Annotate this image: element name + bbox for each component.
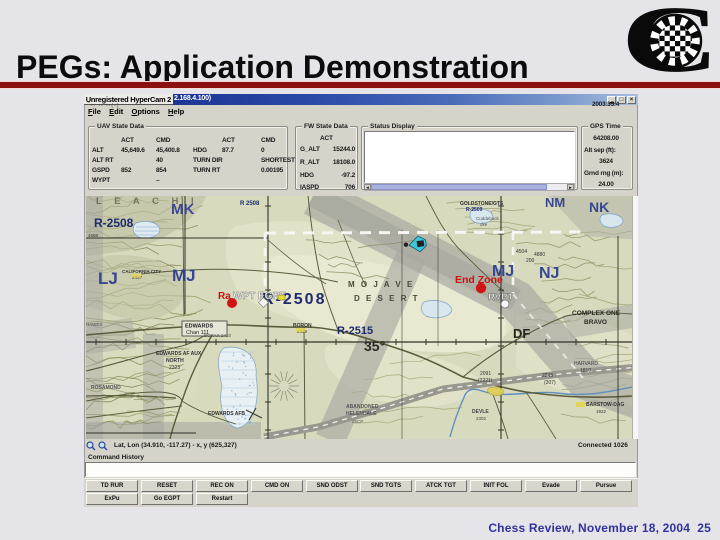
svg-text:BORAX 2410: BORAX 2410 [204, 333, 232, 338]
svg-text:EDWARDS AF AUX: EDWARDS AF AUX [156, 351, 202, 357]
svg-text:(2221): (2221) [478, 378, 493, 384]
svg-text:R-2509: R-2509 [466, 207, 483, 213]
svg-text:NJ: NJ [539, 265, 559, 282]
svg-text:ABANDONED: ABANDONED [346, 404, 379, 410]
svg-text:35°: 35° [364, 338, 385, 354]
svg-text:BARSTOW-DAG: BARSTOW-DAG [586, 402, 625, 408]
svg-text:MK: MK [171, 201, 194, 218]
svg-text:4698: 4698 [88, 233, 99, 238]
svg-text:R-2515: R-2515 [337, 325, 373, 337]
svg-text:M O J A V E: M O J A V E [348, 280, 414, 289]
svg-text:R-2508: R-2508 [94, 216, 134, 230]
svg-text:NM: NM [545, 196, 565, 210]
svg-text:(307): (307) [544, 380, 556, 386]
svg-text:2302: 2302 [476, 416, 487, 421]
svg-text:2091: 2091 [480, 371, 491, 377]
svg-text:LJ: LJ [98, 269, 118, 288]
svg-text:MJ: MJ [172, 266, 196, 285]
svg-text:1810: 1810 [580, 368, 591, 374]
svg-text:NK: NK [589, 199, 609, 215]
svg-text:2245: 2245 [542, 373, 553, 379]
svg-text:RVPT: RVPT [488, 292, 513, 303]
svg-text:dke: dke [480, 222, 488, 227]
svg-text:1922: 1922 [596, 409, 607, 414]
svg-text:4504: 4504 [516, 249, 527, 255]
svg-text:COMPLEX ONE: COMPLEX ONE [572, 310, 621, 317]
svg-text:CALIFORNIA CITY: CALIFORNIA CITY [122, 269, 161, 274]
svg-text:NORTH: NORTH [166, 358, 184, 364]
svg-text:R 2508: R 2508 [240, 201, 260, 207]
svg-text:Cuddeback: Cuddeback [476, 216, 500, 221]
svg-text:DEVLE: DEVLE [472, 409, 489, 415]
svg-text:2323: 2323 [169, 365, 180, 371]
svg-text:EDWARDS AFB: EDWARDS AFB [208, 411, 245, 417]
svg-text:200: 200 [526, 258, 535, 264]
svg-text:25CP: 25CP [352, 419, 363, 424]
svg-text:EDWARDS: EDWARDS [185, 324, 213, 330]
svg-text:HELENDALE: HELENDALE [346, 411, 377, 417]
svg-text:DF: DF [513, 326, 530, 341]
svg-text:D E S E R T: D E S E R T [354, 294, 420, 303]
svg-text:HAWES: HAWES [86, 322, 102, 327]
svg-text:4880: 4880 [534, 252, 545, 258]
svg-text:ROSAMOND: ROSAMOND [91, 385, 121, 391]
svg-text:BRAVO: BRAVO [584, 319, 607, 326]
svg-text:HARVARD: HARVARD [574, 361, 598, 367]
